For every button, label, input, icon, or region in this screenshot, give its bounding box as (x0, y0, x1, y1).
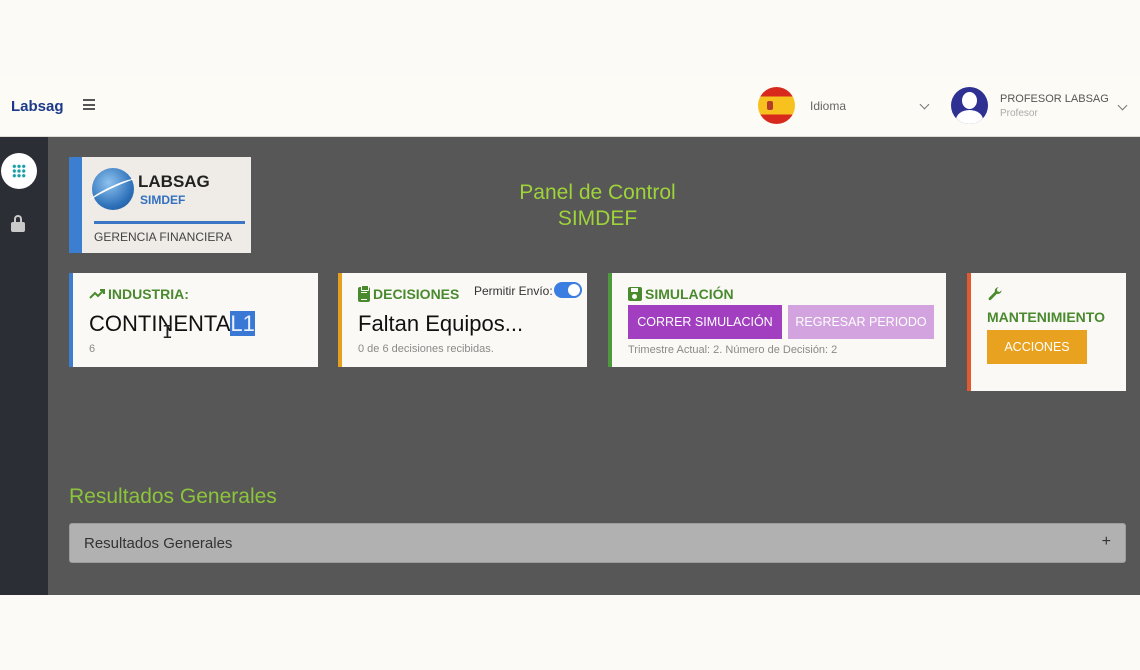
industria-count: 6 (89, 343, 96, 355)
lock-icon[interactable] (11, 215, 25, 232)
logo-caption: GERENCIA FINANCIERA (94, 230, 233, 244)
results-accordion[interactable]: Resultados Generales + (69, 523, 1126, 563)
industria-value-selection[interactable]: L1 (230, 311, 255, 336)
decisiones-received: 0 de 6 decisiones recibidas. (358, 343, 494, 355)
labsag-simdef-logo: LABSAG SIMDEF GERENCIA FINANCIERA (69, 157, 251, 253)
simulacion-card: SIMULACIÓN CORRER SIMULACIÓN REGRESAR PE… (608, 273, 946, 367)
results-accordion-label[interactable]: Resultados Generales (84, 535, 232, 552)
simulacion-header: SIMULACIÓN (628, 286, 734, 302)
regress-period-button[interactable]: REGRESAR PERIODO (788, 305, 934, 339)
page-title-line1: Panel de Control (519, 181, 676, 204)
results-heading: Resultados Generales (69, 485, 277, 508)
decisiones-status: Faltan Equipos... (358, 311, 524, 336)
user-avatar-icon[interactable] (951, 87, 988, 124)
language-select[interactable]: Idioma (810, 99, 846, 113)
user-role: Profesor (1000, 108, 1038, 119)
app-frame: Labsag Idioma PROFESOR LABSAG Profesor L… (0, 75, 1140, 595)
trending-up-icon (89, 289, 105, 299)
logo-divider (94, 221, 245, 224)
plus-icon[interactable]: + (1102, 533, 1111, 551)
permitir-envio-label: Permitir Envío: (474, 284, 553, 298)
user-name[interactable]: PROFESOR LABSAG (1000, 93, 1109, 105)
brand-logo[interactable]: Labsag (11, 98, 64, 115)
decisiones-header: DECISIONES (358, 284, 460, 302)
page-title: Panel de Control SIMDEF (490, 180, 705, 232)
sidebar (0, 137, 48, 595)
simulacion-label: SIMULACIÓN (645, 286, 734, 302)
industria-card: INDUSTRIA: CONTINENTAL1 I 6 (69, 273, 318, 367)
industria-header: INDUSTRIA: (89, 286, 189, 302)
save-icon (628, 287, 642, 301)
logo-title: LABSAG (138, 172, 210, 191)
apps-grid-icon[interactable] (1, 153, 37, 189)
logo-subtitle: SIMDEF (140, 193, 186, 207)
top-navbar: Labsag Idioma PROFESOR LABSAG Profesor (0, 75, 1140, 137)
mantenimiento-label: MANTENIMIENTO (987, 309, 1105, 325)
industria-value-text[interactable]: CONTINENTA (89, 311, 230, 336)
chevron-down-icon[interactable] (919, 99, 930, 110)
globe-icon (92, 168, 134, 210)
actions-button[interactable]: ACCIONES (987, 330, 1087, 364)
simulation-status: Trimestre Actual: 2. Número de Decisión:… (628, 344, 838, 356)
text-cursor-icon: I (162, 322, 173, 343)
industria-label: INDUSTRIA: (108, 286, 189, 302)
decisiones-card: DECISIONES Permitir Envío: Faltan Equipo… (338, 273, 587, 367)
run-simulation-button[interactable]: CORRER SIMULACIÓN (628, 305, 782, 339)
mantenimiento-card: MANTENIMIENTO ACCIONES (967, 273, 1126, 391)
menu-icon[interactable] (83, 99, 95, 110)
permitir-envio-toggle[interactable] (554, 282, 582, 298)
flag-spain-icon[interactable] (758, 87, 795, 124)
page-title-line2: SIMDEF (557, 207, 638, 230)
decisiones-label: DECISIONES (373, 286, 460, 302)
clipboard-icon (358, 284, 370, 302)
chevron-down-icon[interactable] (1117, 100, 1128, 111)
wrench-icon (988, 287, 1002, 301)
